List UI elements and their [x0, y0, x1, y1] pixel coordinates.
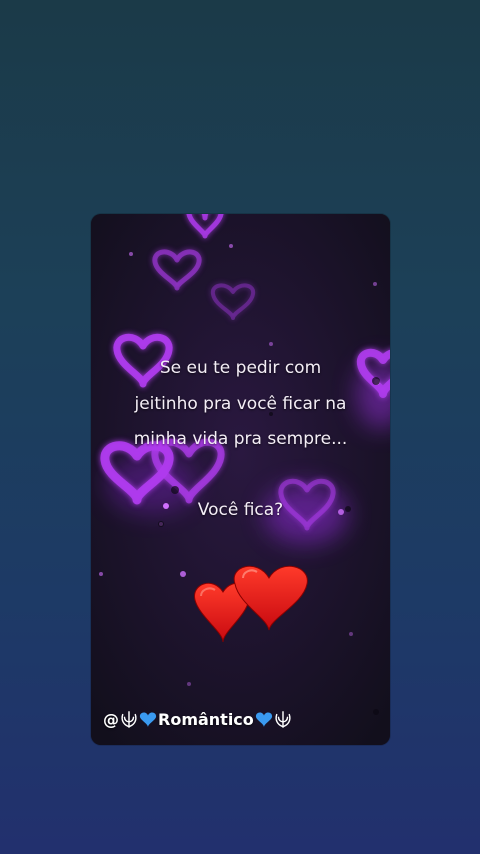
red-heart-front-icon: [233, 565, 308, 631]
video-card[interactable]: Se eu te pedir com jeitinho pra você fic…: [91, 214, 390, 745]
khanda-icon: [275, 711, 291, 728]
purple-hearts-background: [91, 214, 390, 745]
blue-heart-icon: [139, 712, 157, 728]
creator-watermark[interactable]: @ Romântico: [103, 710, 292, 730]
message-line: jeitinho pra você ficar na: [134, 394, 347, 414]
message-question: Você fica?: [197, 500, 284, 520]
watermark-name: Romântico: [158, 710, 254, 729]
khanda-icon: [121, 711, 137, 728]
blue-heart-icon: [255, 712, 272, 728]
message-line: Se eu te pedir com: [159, 358, 322, 378]
red-hearts-icon: [194, 565, 308, 643]
watermark-at: @: [103, 710, 119, 729]
message-line: minha vida pra sempre...: [133, 429, 348, 449]
